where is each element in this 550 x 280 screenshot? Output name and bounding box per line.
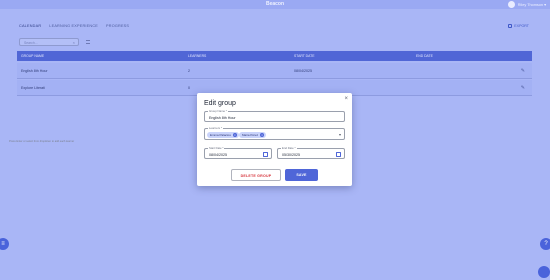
tab-calendar[interactable]: CALENDAR (19, 24, 41, 28)
export-icon (508, 24, 513, 28)
learners-field[interactable]: Learners * Emma Palacios × Maria Pérez ×… (204, 125, 345, 140)
learners-label: Learners * (208, 125, 223, 130)
remove-chip-icon[interactable]: × (260, 132, 265, 137)
user-menu[interactable]: Riley Thomson ▾ (507, 1, 546, 8)
menu-fab-button[interactable]: ≡ (0, 238, 9, 250)
main-nav: CALENDAR LEARNING EXPERIENCE PROGRESS (19, 24, 129, 28)
learners-cell: 0 (188, 86, 190, 90)
group-name-cell: English 8th Hour (21, 69, 48, 73)
group-name-field[interactable]: Group Name * English 8th Hour (204, 108, 345, 122)
search-placeholder: Search... (24, 40, 38, 45)
close-icon[interactable]: × (344, 96, 348, 102)
end-date-field[interactable]: End Date * 05/30/2025 (277, 145, 345, 159)
start-date-cell: 08/04/2025 (294, 69, 312, 73)
learner-chip-label: Emma Palacios (210, 132, 231, 137)
calendar-icon[interactable] (263, 151, 268, 157)
end-date-value: 05/30/2025 (282, 152, 300, 157)
export-button[interactable]: EXPORT (508, 24, 529, 28)
learner-chip: Emma Palacios × (207, 132, 239, 138)
chat-fab-button[interactable] (538, 266, 550, 278)
help-fab-button[interactable]: ? (540, 238, 550, 250)
avatar (507, 1, 515, 8)
start-date-label: Start Date * (208, 145, 225, 150)
column-header-learners[interactable]: LEARNERS (188, 54, 206, 58)
dialog-title: Edit group (204, 100, 236, 107)
column-header-group-name[interactable]: GROUP NAME (21, 54, 44, 58)
chevron-down-icon[interactable]: ▾ (339, 132, 341, 137)
table-header: GROUP NAME LEARNERS START DATE END DATE (17, 51, 532, 61)
search-input[interactable]: Search... × (19, 38, 79, 46)
filter-icon[interactable] (86, 40, 90, 44)
save-button[interactable]: SAVE (285, 169, 318, 181)
learners-helper-text: Press Enter or select from dropdown to a… (9, 140, 75, 143)
delete-group-button[interactable]: DELETE GROUP (231, 169, 281, 181)
group-name-value: English 8th Hour (209, 115, 236, 120)
learner-chip: Maria Pérez × (239, 132, 267, 138)
column-header-start-date[interactable]: START DATE (294, 54, 314, 58)
tab-learning-experience[interactable]: LEARNING EXPERIENCE (49, 24, 98, 28)
calendar-icon[interactable] (336, 151, 341, 157)
edit-pencil-icon[interactable]: ✎ (521, 68, 525, 74)
end-date-label: End Date * (281, 145, 297, 150)
group-name-cell: Explore Literati (21, 86, 45, 90)
export-label: EXPORT (514, 24, 529, 28)
start-date-value: 08/04/2025 (209, 152, 227, 157)
user-name: Riley Thomson ▾ (517, 3, 546, 7)
learners-cell: 2 (188, 69, 190, 73)
learner-chip-label: Maria Pérez (242, 132, 259, 137)
tab-progress[interactable]: PROGRESS (106, 24, 129, 28)
column-header-end-date[interactable]: END DATE (416, 54, 433, 58)
table-row[interactable]: English 8th Hour 2 08/04/2025 ✎ (17, 63, 532, 79)
group-name-label: Group Name * (208, 108, 228, 113)
clear-search-icon[interactable]: × (73, 40, 75, 45)
remove-chip-icon[interactable]: × (232, 132, 237, 137)
start-date-field[interactable]: Start Date * 08/04/2025 (204, 145, 272, 159)
edit-pencil-icon[interactable]: ✎ (521, 85, 525, 91)
brand-logo: Beacon (265, 1, 285, 7)
